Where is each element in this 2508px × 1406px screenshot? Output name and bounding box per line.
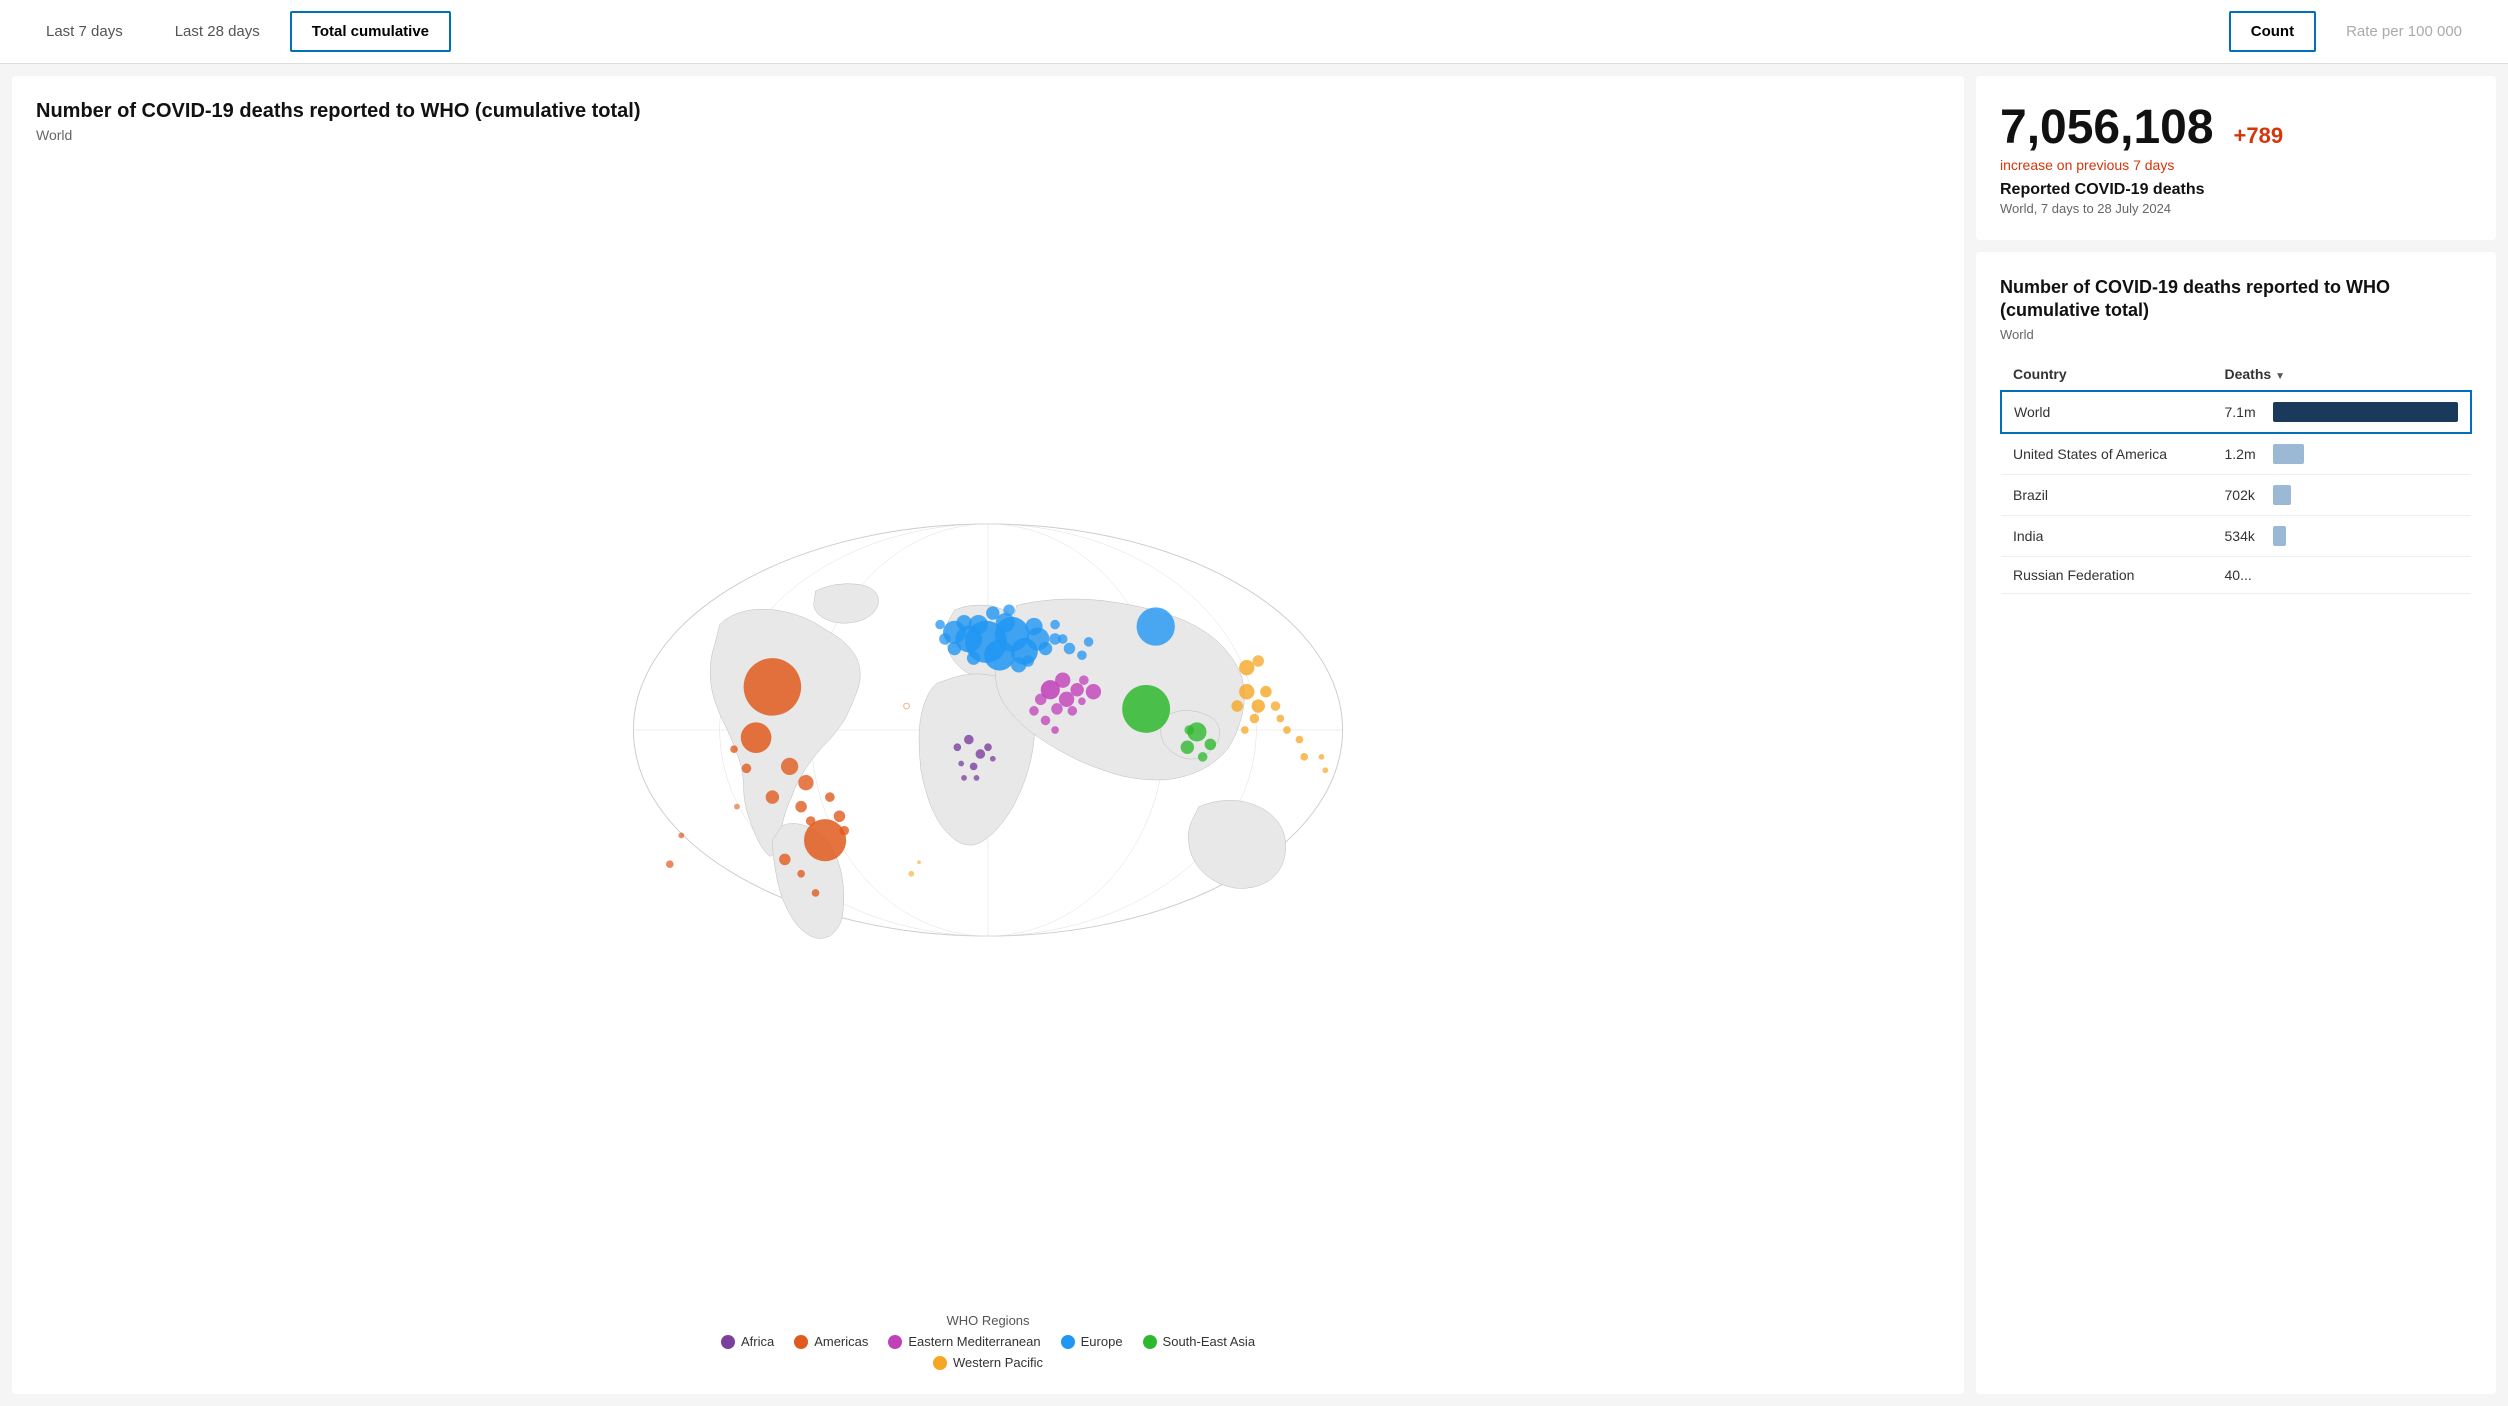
map-title: Number of COVID-19 deaths reported to WH…: [36, 100, 1940, 123]
bar-value: 534k: [2225, 528, 2265, 544]
cell-country: Brazil: [2001, 474, 2213, 515]
col-deaths[interactable]: Deaths ▼: [2213, 358, 2472, 391]
cell-deaths: 702k: [2213, 474, 2472, 515]
sort-arrow-icon: ▼: [2275, 371, 2285, 382]
bar-value: 1.2m: [2225, 446, 2265, 462]
legend-label-americas: Americas: [814, 1334, 868, 1349]
bar-value: 7.1m: [2225, 404, 2265, 420]
cell-deaths: 1.2m: [2213, 433, 2472, 475]
eastern-med-dot: [888, 1335, 902, 1349]
legend-items-row2: Western Pacific: [36, 1355, 1940, 1370]
metric-rate-button[interactable]: Rate per 100 000: [2324, 11, 2484, 52]
bar-fill: [2273, 444, 2305, 464]
legend-label-africa: Africa: [741, 1334, 774, 1349]
world-map-svg: [36, 500, 1940, 960]
right-panel: 7,056,108 +789 increase on previous 7 da…: [1976, 76, 2496, 1394]
table-title: Number of COVID-19 deaths reported to WH…: [2000, 276, 2472, 323]
bar-track: [2273, 444, 2460, 464]
cell-deaths: 534k: [2213, 515, 2472, 556]
cell-deaths: 40...: [2213, 556, 2472, 593]
wp-dot: [933, 1356, 947, 1370]
africa-dot: [721, 1335, 735, 1349]
cell-country: Russian Federation: [2001, 556, 2213, 593]
bar-track: [2273, 526, 2460, 546]
legend-title: WHO Regions: [36, 1313, 1940, 1328]
tab-total[interactable]: Total cumulative: [290, 11, 451, 52]
legend-item-africa: Africa: [721, 1334, 774, 1349]
legend-item-eastern-med: Eastern Mediterranean: [888, 1334, 1040, 1349]
bar-value: 40...: [2225, 567, 2265, 583]
tab-last28[interactable]: Last 28 days: [153, 11, 282, 52]
deaths-label: Reported COVID-19 deaths: [2000, 181, 2472, 199]
bar-value: 702k: [2225, 487, 2265, 503]
bar-track: [2273, 485, 2460, 505]
col-country: Country: [2001, 358, 2213, 391]
table-card: Number of COVID-19 deaths reported to WH…: [1976, 252, 2496, 1394]
metric-count-button[interactable]: Count: [2229, 11, 2316, 52]
legend-item-wp: Western Pacific: [933, 1355, 1043, 1370]
bar-fill: [2273, 402, 2459, 422]
main-content: Number of COVID-19 deaths reported to WH…: [0, 64, 2508, 1406]
legend-item-europe: Europe: [1061, 1334, 1123, 1349]
map-container: [36, 159, 1940, 1301]
legend-label-eastern-med: Eastern Mediterranean: [908, 1334, 1040, 1349]
americas-dot: [794, 1335, 808, 1349]
table-row[interactable]: Brazil 702k: [2001, 474, 2471, 515]
bar-fill: [2273, 526, 2286, 546]
table-row[interactable]: Russian Federation 40...: [2001, 556, 2471, 593]
legend-label-sea: South-East Asia: [1163, 1334, 1256, 1349]
stats-meta: World, 7 days to 28 July 2024: [2000, 201, 2472, 216]
legend-label-wp: Western Pacific: [953, 1355, 1043, 1370]
europe-dot: [1061, 1335, 1075, 1349]
bar-track: [2273, 402, 2459, 422]
total-deaths-count: 7,056,108: [2000, 100, 2214, 155]
cell-country: United States of America: [2001, 433, 2213, 475]
legend-item-sea: South-East Asia: [1143, 1334, 1256, 1349]
stats-card: 7,056,108 +789 increase on previous 7 da…: [1976, 76, 2496, 240]
time-tab-group: Last 7 days Last 28 days Total cumulativ…: [24, 11, 451, 52]
legend-label-europe: Europe: [1081, 1334, 1123, 1349]
table-row[interactable]: United States of America 1.2m: [2001, 433, 2471, 475]
map-legend: WHO Regions Africa Americas Eastern Medi…: [36, 1313, 1940, 1370]
bar-fill: [2273, 485, 2292, 505]
table-subtitle: World: [2000, 327, 2472, 342]
increase-value: +789: [2234, 123, 2284, 149]
map-panel: Number of COVID-19 deaths reported to WH…: [12, 76, 1964, 1394]
deaths-table: Country Deaths ▼ World 7.1m United States …: [2000, 358, 2472, 594]
table-wrapper: Country Deaths ▼ World 7.1m United States …: [2000, 358, 2472, 594]
table-row[interactable]: India 534k: [2001, 515, 2471, 556]
legend-items: Africa Americas Eastern Mediterranean Eu…: [36, 1334, 1940, 1349]
cell-country: World: [2001, 391, 2213, 433]
tab-last7[interactable]: Last 7 days: [24, 11, 145, 52]
map-subtitle: World: [36, 127, 1940, 143]
increase-label: increase on previous 7 days: [2000, 157, 2472, 173]
metric-tab-group: Count Rate per 100 000: [2229, 11, 2484, 52]
legend-item-americas: Americas: [794, 1334, 868, 1349]
sea-dot: [1143, 1335, 1157, 1349]
col-deaths-label: Deaths: [2225, 366, 2272, 382]
cell-country: India: [2001, 515, 2213, 556]
table-row[interactable]: World 7.1m: [2001, 391, 2471, 433]
cell-deaths: 7.1m: [2213, 391, 2472, 433]
top-bar: Last 7 days Last 28 days Total cumulativ…: [0, 0, 2508, 64]
